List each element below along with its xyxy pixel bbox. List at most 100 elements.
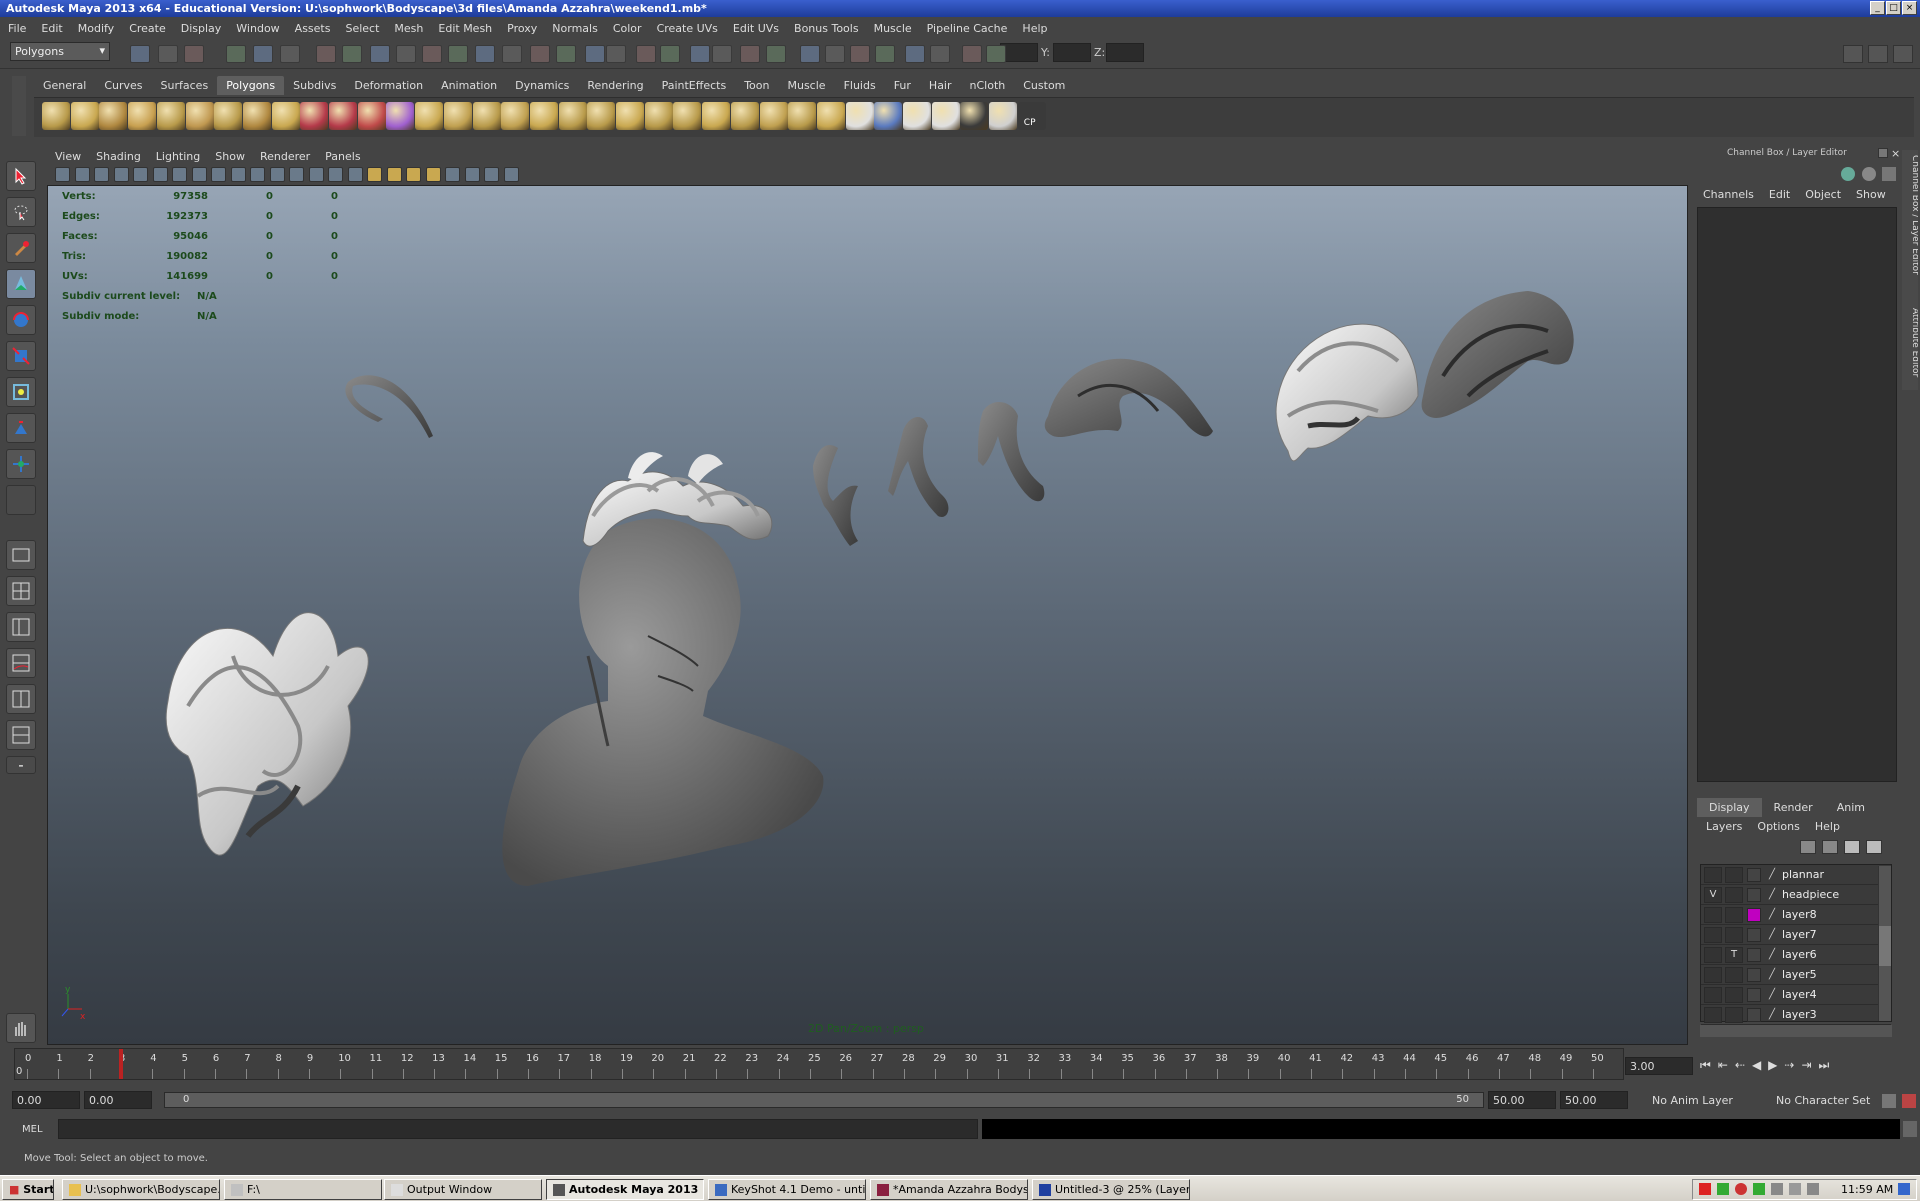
- hypershade-layout-icon[interactable]: [6, 684, 36, 714]
- split-icon[interactable]: [587, 102, 616, 130]
- field-chart-icon[interactable]: [250, 167, 265, 182]
- taskbar-item-4[interactable]: Autodesk Maya 2013 ...: [546, 1179, 704, 1200]
- status-tool-icon-2[interactable]: [158, 45, 178, 63]
- offset-edge-loop-icon[interactable]: [644, 102, 673, 130]
- shelf-tab-custom[interactable]: Custom: [1014, 76, 1074, 95]
- go-to-end-icon[interactable]: ⏭: [1819, 1058, 1830, 1073]
- shelf-tab-fur[interactable]: Fur: [885, 76, 920, 95]
- status-tool-icon-31[interactable]: [962, 45, 982, 63]
- duplicate-face-icon[interactable]: [816, 102, 845, 130]
- scrollbar-thumb[interactable]: [1879, 926, 1891, 966]
- rotate-tool-icon[interactable]: [6, 305, 36, 335]
- status-tool-icon-4[interactable]: [226, 45, 246, 63]
- step-back-frame-icon[interactable]: ⇤: [1718, 1058, 1728, 1073]
- uv-editor-icon[interactable]: [960, 102, 989, 130]
- z-field[interactable]: [1106, 43, 1144, 62]
- select-camera-icon[interactable]: [55, 167, 70, 182]
- layer-visibility-toggle[interactable]: [1704, 906, 1722, 923]
- status-tool-icon-28[interactable]: [875, 45, 895, 63]
- status-tool-icon-29[interactable]: [905, 45, 925, 63]
- anim-layer-dropdown[interactable]: No Anim Layer: [1652, 1094, 1733, 1107]
- layer-visibility-toggle[interactable]: [1704, 986, 1722, 1003]
- time-slider[interactable]: 0123456789101112131415161718192021222324…: [14, 1048, 1624, 1080]
- taskbar-item-7[interactable]: Untitled-3 @ 25% (Layer...: [1032, 1179, 1190, 1200]
- range-start-field[interactable]: 0.00: [84, 1091, 152, 1109]
- append-icon[interactable]: [558, 102, 587, 130]
- graph-layout-icon[interactable]: [6, 720, 36, 750]
- panel-menu-show[interactable]: Show: [215, 150, 245, 163]
- poly-pipe-icon[interactable]: [242, 102, 271, 130]
- move-tool-icon[interactable]: [6, 269, 36, 299]
- channel-menu-show[interactable]: Show: [1856, 188, 1886, 201]
- xray-joints-icon[interactable]: [464, 167, 480, 182]
- layer-color-swatch[interactable]: [1747, 867, 1761, 882]
- layer-visibility-toggle[interactable]: [1704, 966, 1722, 983]
- layer-visibility-toggle[interactable]: [1704, 946, 1722, 963]
- soft-mod-icon[interactable]: [6, 413, 36, 443]
- layer-list-scrollbar[interactable]: [1878, 866, 1891, 1021]
- layer-row-layer6[interactable]: T ╱ layer6: [1701, 945, 1891, 965]
- scale-tool-icon[interactable]: [6, 341, 36, 371]
- network-tray-icon[interactable]: [1717, 1183, 1729, 1195]
- camera-attr-icon[interactable]: [74, 167, 90, 182]
- side-tab-attribute-editor[interactable]: Attribute Editor: [1910, 308, 1920, 378]
- gate-mask-icon[interactable]: [230, 167, 246, 182]
- go-to-start-icon[interactable]: ⏮: [1700, 1058, 1711, 1073]
- select-arrow-icon[interactable]: [6, 161, 36, 191]
- film-gate-icon[interactable]: [191, 167, 207, 182]
- shelf-tab-deformation[interactable]: Deformation: [345, 76, 432, 95]
- poly-plane-icon[interactable]: [156, 102, 185, 130]
- layer-row-layer8[interactable]: ╱ layer8: [1701, 905, 1891, 925]
- poly-pyramid-icon[interactable]: [214, 102, 243, 130]
- headpiece-curve-small[interactable]: [345, 375, 433, 438]
- new-layer-selected-icon[interactable]: [1822, 840, 1838, 854]
- layer-menu-options[interactable]: Options: [1757, 820, 1799, 833]
- current-frame-field[interactable]: 3.00: [1625, 1057, 1693, 1075]
- layer-reference-toggle[interactable]: [1725, 926, 1743, 943]
- layer-row-layer7[interactable]: ╱ layer7: [1701, 925, 1891, 945]
- layout-more-icon[interactable]: -: [6, 756, 36, 774]
- menu-create-uvs[interactable]: Create UVs: [657, 22, 718, 35]
- status-tool-icon-5[interactable]: [253, 45, 273, 63]
- 2d-pan-zoom-icon[interactable]: [133, 167, 148, 182]
- status-tool-icon-12[interactable]: [448, 45, 468, 63]
- extrude-icon[interactable]: [673, 102, 702, 130]
- security-tray-icon[interactable]: [1735, 1183, 1747, 1195]
- taskbar-item-6[interactable]: *Amanda Azzahra Bodys...: [870, 1179, 1028, 1200]
- toggle-channel-box-icon[interactable]: [1893, 45, 1913, 63]
- layer-color-swatch[interactable]: [1747, 1007, 1761, 1022]
- isolate-select-icon[interactable]: [308, 167, 324, 182]
- play-backwards-icon[interactable]: ◀: [1752, 1058, 1761, 1073]
- status-tool-icon-30[interactable]: [930, 45, 950, 63]
- merge-icon[interactable]: [501, 102, 530, 130]
- mirror-icon[interactable]: [472, 102, 501, 130]
- shelf-tab-dynamics[interactable]: Dynamics: [506, 76, 578, 95]
- mel-input[interactable]: [58, 1119, 978, 1139]
- status-tool-icon-19[interactable]: [636, 45, 656, 63]
- status-tool-icon-1[interactable]: [130, 45, 150, 63]
- status-tool-icon-27[interactable]: [850, 45, 870, 63]
- start-button[interactable]: ■ Start: [2, 1179, 54, 1200]
- panel-menu-shading[interactable]: Shading: [96, 150, 141, 163]
- layer-row-layer3[interactable]: ╱ layer3: [1701, 1005, 1891, 1025]
- new-layer-icon[interactable]: [1800, 840, 1816, 854]
- script-editor-icon[interactable]: [1903, 1121, 1917, 1137]
- menu-normals[interactable]: Normals: [552, 22, 598, 35]
- poly-cylinder-icon[interactable]: [99, 102, 128, 130]
- display-tray-icon[interactable]: [1807, 1183, 1819, 1195]
- layer-tab-render[interactable]: Render: [1762, 798, 1825, 817]
- status-tool-icon-3[interactable]: [184, 45, 204, 63]
- shelf-tab-curves[interactable]: Curves: [95, 76, 151, 95]
- backface-culling-icon[interactable]: [503, 167, 519, 182]
- toggle-tool-settings-icon[interactable]: [1868, 45, 1888, 63]
- panel-menu-view[interactable]: View: [55, 150, 81, 163]
- layer-reference-toggle[interactable]: T: [1725, 946, 1743, 963]
- current-time-marker[interactable]: [118, 1049, 123, 1079]
- mel-label[interactable]: MEL: [22, 1124, 43, 1135]
- shelf-tab-surfaces[interactable]: Surfaces: [152, 76, 218, 95]
- menu-proxy[interactable]: Proxy: [507, 22, 537, 35]
- smooth-icon[interactable]: [386, 102, 415, 130]
- cp-icon[interactable]: CP: [1017, 102, 1046, 130]
- status-tool-icon-7[interactable]: [316, 45, 336, 63]
- poly-cone-icon[interactable]: [128, 102, 157, 130]
